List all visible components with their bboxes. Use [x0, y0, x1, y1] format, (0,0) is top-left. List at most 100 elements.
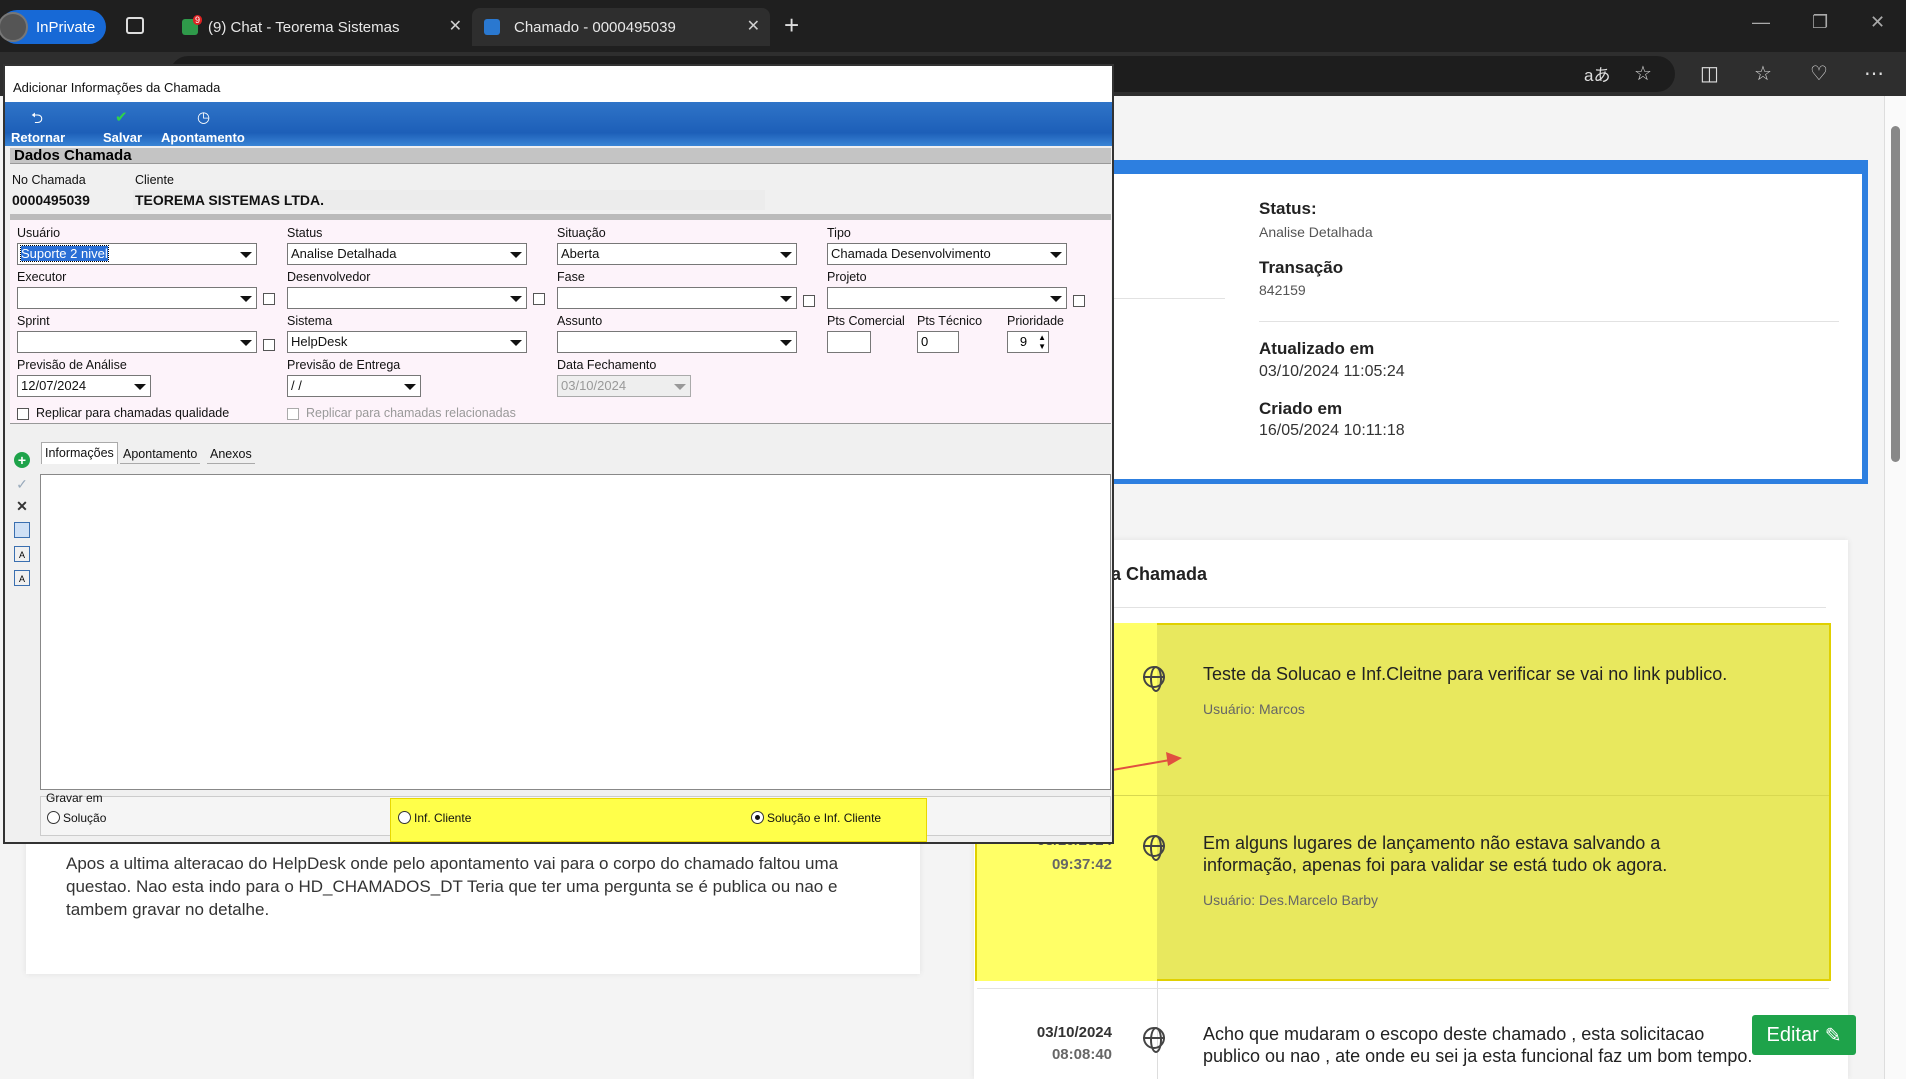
chevron-down-icon[interactable]: [780, 252, 792, 258]
chevron-down-icon[interactable]: [510, 340, 522, 346]
cliente-value: TEOREMA SISTEMAS LTDA.: [135, 192, 324, 208]
previsao-entrega-date[interactable]: / /: [287, 375, 421, 397]
radio-inf-cliente[interactable]: [398, 811, 411, 824]
read-aloud-icon[interactable]: aあ: [1584, 61, 1610, 86]
chevron-down-icon[interactable]: [240, 340, 252, 346]
retornar-button[interactable]: Retornar: [11, 130, 65, 145]
desenvolvedor-label: Desenvolvedor: [287, 270, 371, 284]
tab-anexos[interactable]: Anexos: [207, 444, 255, 464]
tab-chamado[interactable]: Chamado - 0000495039 ✕: [472, 8, 770, 46]
entry-time: 09:37:42: [1051, 856, 1112, 873]
situacao-value: Aberta: [561, 246, 600, 261]
usuario-label: Usuário: [17, 226, 61, 240]
minimize-icon[interactable]: —: [1752, 12, 1770, 33]
text-format-icon[interactable]: A: [14, 546, 30, 562]
sprint-select[interactable]: [17, 331, 257, 353]
chevron-down-icon[interactable]: [134, 384, 146, 390]
previsao-entrega-label: Previsão de Entrega: [287, 358, 401, 372]
chevron-down-icon[interactable]: [780, 296, 792, 302]
chevron-down-icon[interactable]: [780, 340, 792, 346]
status-select[interactable]: Analise Detalhada: [287, 243, 527, 265]
sprint-checkbox[interactable]: [263, 339, 275, 351]
pts-tecnico-input[interactable]: 0: [917, 331, 959, 353]
fase-label: Fase: [557, 270, 585, 284]
tab-title: Chamado - 0000495039: [514, 18, 676, 36]
entry-text: Teste da Solucao e Inf.Cleitne para veri…: [1203, 664, 1728, 684]
tab-actions-icon[interactable]: [126, 17, 144, 34]
projeto-checkbox[interactable]: [1073, 295, 1085, 307]
fase-checkbox[interactable]: [803, 295, 815, 307]
status-label: Status:: [1259, 199, 1317, 218]
entry-date: 03/10/2024: [1036, 1024, 1112, 1041]
text-format-icon[interactable]: A: [14, 570, 30, 586]
split-screen-icon[interactable]: ◫: [1700, 61, 1719, 86]
close-tab-icon[interactable]: ✕: [747, 16, 760, 36]
executor-select[interactable]: [17, 287, 257, 309]
desenvolvedor-select[interactable]: [287, 287, 527, 309]
executor-checkbox[interactable]: [263, 293, 275, 305]
radio-solucao[interactable]: [47, 811, 60, 824]
replicar-relacionadas-checkbox: [287, 408, 299, 420]
favorites-icon[interactable]: ☆: [1754, 61, 1772, 86]
entry-user: Usuário: Des.Marcelo Barby: [1203, 892, 1379, 908]
profile-avatar: [0, 12, 28, 42]
close-tab-icon[interactable]: ✕: [449, 16, 462, 36]
chamado-favicon-icon: [484, 19, 500, 35]
previsao-analise-date[interactable]: 12/07/2024: [17, 375, 151, 397]
assunto-select[interactable]: [557, 331, 797, 353]
apontamento-button[interactable]: Apontamento: [161, 130, 245, 145]
criado-value: 16/05/2024 10:11:18: [1259, 422, 1405, 439]
status-value: Analise Detalhada: [291, 246, 397, 261]
favorite-star-icon[interactable]: ☆: [1634, 61, 1652, 86]
tab-apontamento[interactable]: Apontamento: [120, 444, 201, 464]
confirm-icon[interactable]: ✓: [14, 476, 30, 492]
fase-select[interactable]: [557, 287, 797, 309]
edit-button[interactable]: Editar ✎: [1752, 1015, 1856, 1055]
radio-solucao-inf-cliente[interactable]: [751, 811, 764, 824]
entry-user: Usuário: Marcos: [1203, 701, 1305, 717]
inprivate-badge[interactable]: InPrivate: [0, 10, 106, 44]
tipo-label: Tipo: [827, 226, 851, 240]
chevron-down-icon[interactable]: [240, 296, 252, 302]
divider: [1259, 321, 1839, 322]
new-tab-icon[interactable]: +: [784, 10, 799, 41]
spin-down-icon[interactable]: ▼: [1038, 343, 1046, 351]
grid-icon[interactable]: [14, 522, 30, 538]
globe-icon: [1143, 666, 1165, 692]
more-menu-icon[interactable]: ⋯: [1864, 61, 1884, 86]
close-window-icon[interactable]: ✕: [1870, 12, 1885, 33]
tipo-select[interactable]: Chamada Desenvolvimento: [827, 243, 1067, 265]
chevron-down-icon[interactable]: [240, 252, 252, 258]
chevron-down-icon[interactable]: [404, 384, 416, 390]
tab-chat[interactable]: 9 (9) Chat - Teorema Sistemas ✕: [170, 8, 472, 46]
usuario-select[interactable]: Suporte 2 nivel: [17, 243, 257, 265]
chevron-down-icon[interactable]: [510, 296, 522, 302]
restore-icon[interactable]: ❐: [1812, 12, 1828, 33]
spin-up-icon[interactable]: ▲: [1038, 334, 1046, 342]
add-icon[interactable]: +: [14, 452, 30, 468]
replicar-qualidade-checkbox[interactable]: [17, 408, 29, 420]
tab-informacoes[interactable]: Informações: [41, 442, 118, 464]
delete-icon[interactable]: ✕: [14, 498, 30, 514]
radio-solucao-label: Solução: [63, 811, 107, 825]
page-scrollbar[interactable]: [1884, 96, 1906, 1079]
side-toolbar: + ✓ ✕ A A: [10, 446, 34, 834]
chevron-down-icon[interactable]: [1050, 252, 1062, 258]
pts-comercial-input[interactable]: [827, 331, 871, 353]
chevron-down-icon[interactable]: [510, 252, 522, 258]
situacao-select[interactable]: Aberta: [557, 243, 797, 265]
desenvolvedor-checkbox[interactable]: [533, 293, 545, 305]
previsao-analise-label: Previsão de Análise: [17, 358, 127, 372]
projeto-select[interactable]: [827, 287, 1067, 309]
prioridade-stepper[interactable]: 9 ▲ ▼: [1007, 331, 1049, 353]
chevron-down-icon[interactable]: [1050, 296, 1062, 302]
replicar-relacionadas-label: Replicar para chamadas relacionadas: [306, 406, 516, 420]
tab-title: (9) Chat - Teorema Sistemas: [208, 18, 400, 36]
browser-essentials-icon[interactable]: ♡: [1810, 61, 1828, 86]
scrollbar-thumb[interactable]: [1891, 126, 1900, 462]
salvar-button[interactable]: Salvar: [103, 130, 142, 145]
sistema-select[interactable]: HelpDesk: [287, 331, 527, 353]
executor-label: Executor: [17, 270, 67, 284]
info-textarea[interactable]: [40, 474, 1111, 790]
data-fechamento-label: Data Fechamento: [557, 358, 657, 372]
